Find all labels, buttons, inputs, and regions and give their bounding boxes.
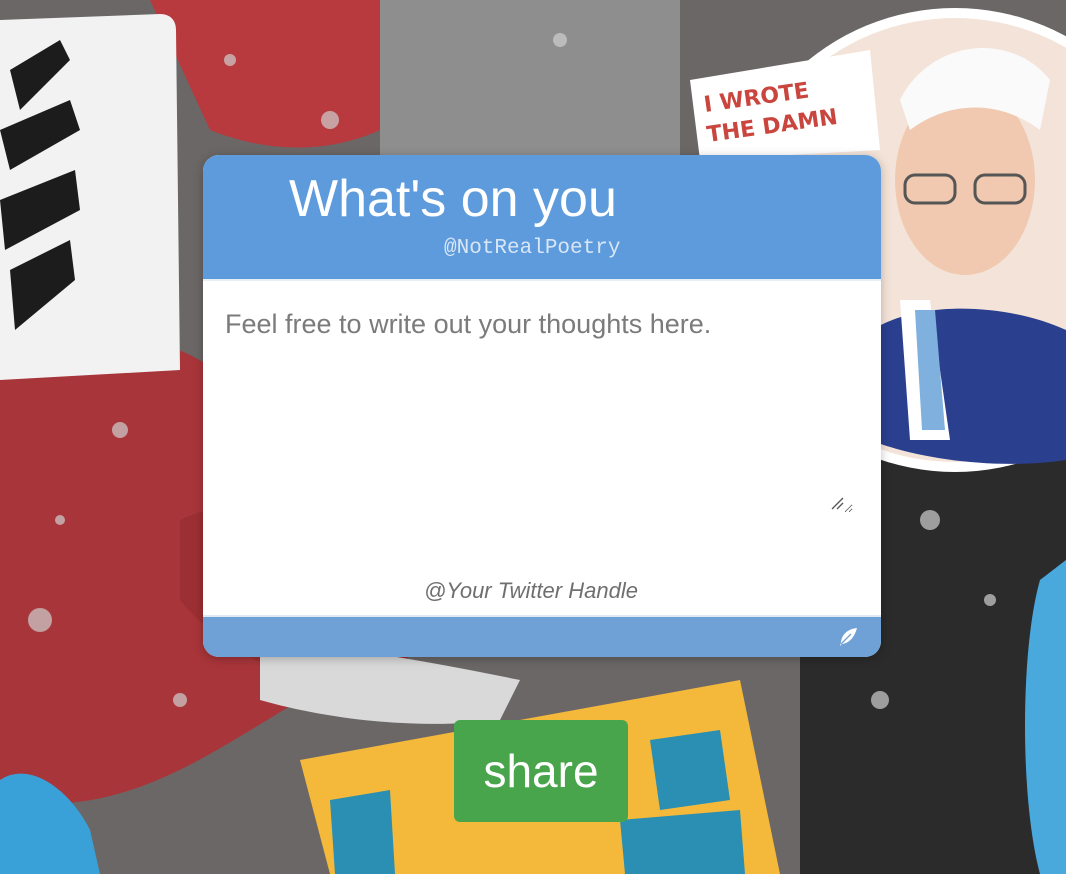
- share-button[interactable]: share: [454, 720, 628, 822]
- poem-card: What's on you @NotRealPoetry: [203, 155, 881, 657]
- thoughts-textarea[interactable]: [217, 301, 853, 513]
- card-header: What's on you @NotRealPoetry: [203, 155, 881, 279]
- twitter-handle-input[interactable]: [400, 571, 662, 611]
- feather-icon: [840, 628, 857, 646]
- header-divider: [203, 279, 881, 281]
- card-subtitle: @NotRealPoetry: [444, 237, 621, 260]
- card-title: What's on you: [289, 170, 617, 228]
- resize-handle-icon[interactable]: [829, 495, 845, 511]
- card-footer: [203, 615, 881, 657]
